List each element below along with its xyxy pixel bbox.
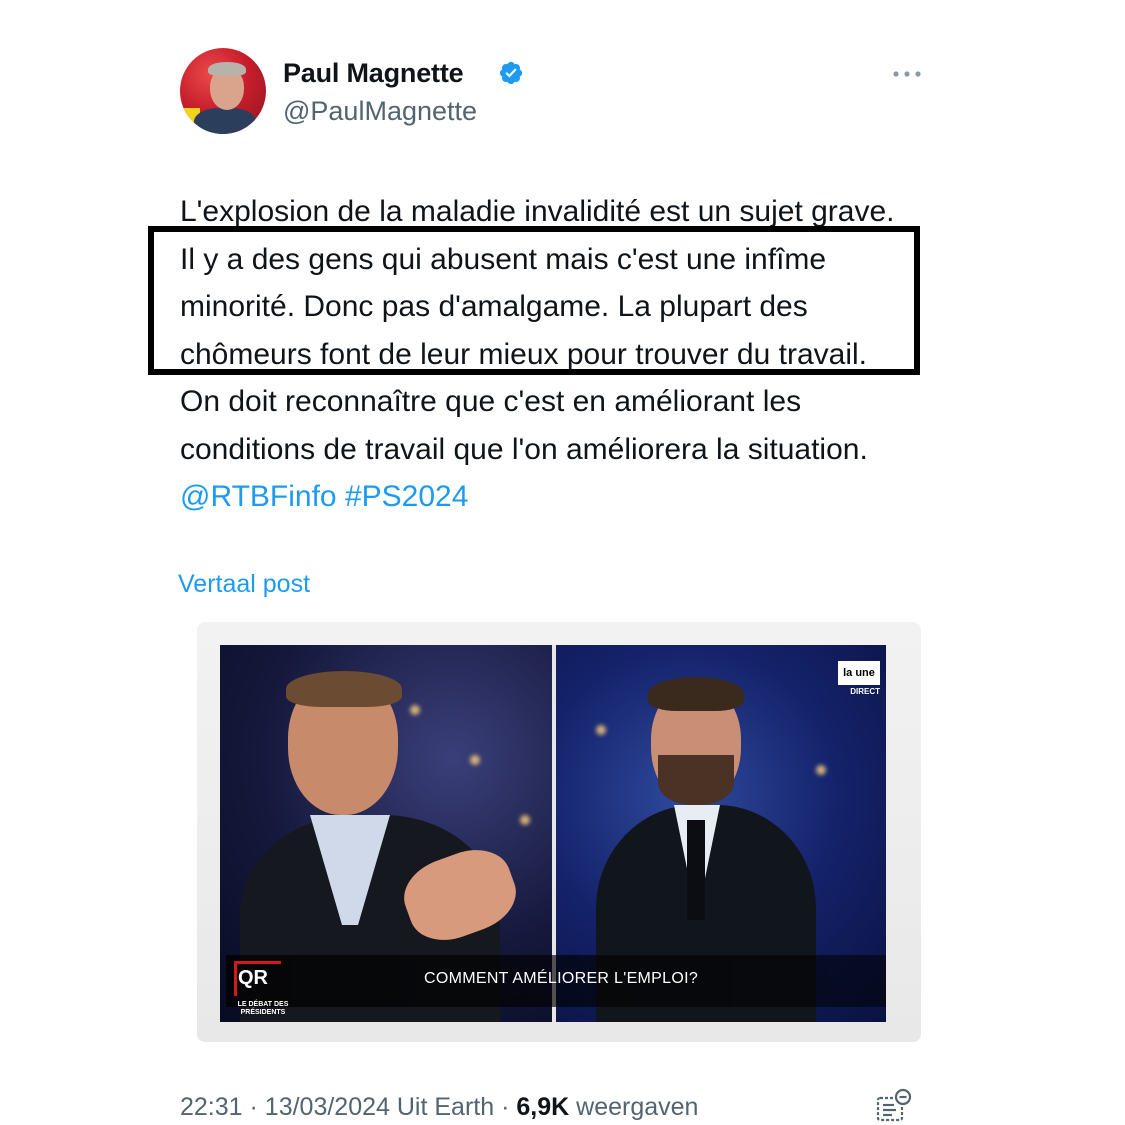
tweet-metadata: 22:31 · 13/03/2024 Uit Earth · 6,9K weer… (180, 1093, 698, 1122)
analytics-icon[interactable] (874, 1088, 914, 1124)
more-horizontal-icon[interactable] (890, 64, 924, 84)
avatar-hair-detail (208, 62, 246, 76)
background-light (520, 815, 530, 825)
separator-dot: · (249, 1093, 258, 1121)
translate-post-link[interactable]: Vertaal post (178, 570, 310, 599)
speaker-right-hair (648, 677, 744, 711)
speaker-right-tie (687, 820, 705, 920)
avatar-shirt-detail (194, 108, 256, 134)
media-image[interactable]: la une DIRECT QR LE DÉBAT DES PRÉSIDENTS… (220, 645, 886, 1022)
post-source: Uit Earth (396, 1093, 495, 1121)
author-handle[interactable]: @PaulMagnette (283, 96, 477, 127)
author-name[interactable]: Paul Magnette (283, 58, 464, 89)
show-subtitle: LE DÉBAT DES PRÉSIDENTS (237, 1001, 289, 1016)
speaker-left-hair (286, 671, 402, 707)
background-light (816, 765, 826, 775)
post-date[interactable]: 13/03/2024 (265, 1093, 390, 1121)
channel-direct-label: DIRECT (850, 687, 880, 696)
highlight-annotation-box (148, 226, 920, 375)
views-count: 6,9K (516, 1093, 570, 1121)
speaker-right-beard (658, 755, 734, 805)
mention-link[interactable]: @RTBFinfo (180, 480, 337, 513)
avatar[interactable] (180, 48, 266, 134)
background-light (470, 755, 480, 765)
verified-badge-icon (499, 61, 523, 85)
channel-logo: la une (838, 661, 880, 685)
background-light (410, 705, 420, 715)
views-label: weergaven (576, 1093, 699, 1121)
post-time[interactable]: 22:31 (180, 1093, 243, 1121)
show-logo: QR (238, 967, 268, 989)
hashtag-link[interactable]: #PS2024 (345, 480, 468, 513)
background-light (596, 725, 606, 735)
separator-dot: · (501, 1093, 510, 1121)
broadcast-caption: COMMENT AMÉLIORER L'EMPLOI? (424, 970, 699, 987)
